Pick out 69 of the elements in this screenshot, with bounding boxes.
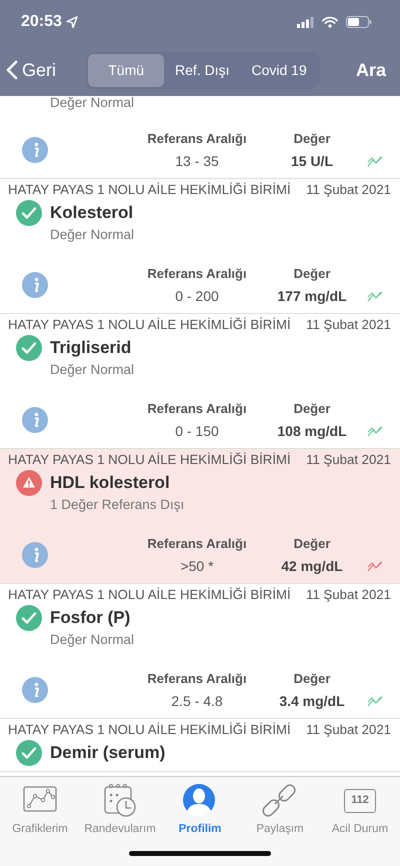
column-label: Değer <box>292 535 332 554</box>
filter-tab[interactable]: Covid 19 <box>240 54 318 86</box>
info-icon[interactable] <box>22 677 48 703</box>
result-date: 11 Şubat 2021 <box>306 451 391 470</box>
profile-icon <box>182 783 218 819</box>
status-text: Değer Normal <box>49 631 136 649</box>
facility-name: HATAY PAYAS 1 NOLU AİLE HEKİMLİĞİ BİRİMİ <box>8 181 291 200</box>
result-date: 11 Şubat 2021 <box>306 181 391 200</box>
test-name[interactable]: Demir (serum) <box>50 740 166 766</box>
info-icon[interactable] <box>22 272 48 298</box>
test-name[interactable]: HDL kolesterol <box>50 470 170 496</box>
facility-name: HATAY PAYAS 1 NOLU AİLE HEKİMLİĞİ BİRİMİ <box>8 586 291 604</box>
wifi-icon <box>322 16 338 28</box>
test-name[interactable]: Kolesterol <box>50 200 134 226</box>
result-date: 11 Şubat 2021 <box>306 586 391 604</box>
trend-icon[interactable] <box>367 155 385 167</box>
reference-range: 0 - 150 <box>174 422 220 440</box>
status-text: Değer Normal <box>49 226 136 244</box>
battery-icon <box>346 16 372 28</box>
result-date: 11 Şubat 2021 <box>306 721 391 740</box>
reference-range: 13 - 35 <box>174 152 220 170</box>
tab-bar-item[interactable]: Randevularım <box>80 777 160 866</box>
tab-bar-item[interactable]: Grafiklerim <box>0 777 80 866</box>
search-button[interactable]: Ara <box>350 56 392 84</box>
trend-icon[interactable] <box>367 290 385 302</box>
info-icon[interactable] <box>22 137 48 163</box>
emergency-number-icon: 112 <box>344 789 376 813</box>
result-value: 177 mg/dL <box>276 286 348 306</box>
facility-name: HATAY PAYAS 1 NOLU AİLE HEKİMLİĞİ BİRİMİ <box>8 451 291 470</box>
trend-icon[interactable] <box>367 425 385 437</box>
column-label: Değer <box>292 130 332 148</box>
reference-range: 0 - 200 <box>174 286 220 306</box>
column-label: Referans Aralığı <box>146 265 248 284</box>
filter-tab[interactable]: Ref. Dışı <box>164 54 240 86</box>
location-icon <box>66 16 78 28</box>
trend-icon[interactable] <box>367 560 385 572</box>
status-text: 1 Değer Referans Dışı <box>49 496 186 514</box>
signal-icon <box>297 16 314 28</box>
status-text: Değer Normal <box>49 361 136 379</box>
test-name[interactable]: Trigliserid <box>50 335 132 361</box>
trend-icon[interactable] <box>367 695 385 707</box>
facility-name: HATAY PAYAS 1 NOLU AİLE HEKİMLİĞİ BİRİMİ <box>8 721 291 740</box>
result-value: 108 mg/dL <box>276 422 348 441</box>
result-value: 15 U/L <box>290 152 334 170</box>
info-icon[interactable] <box>22 542 48 568</box>
test-name[interactable]: Fosfor (P) <box>50 605 130 631</box>
column-label: Referans Aralığı <box>146 130 248 148</box>
result-date: 11 Şubat 2021 <box>306 316 391 334</box>
tab-bar-item[interactable]: 112 Acil Durum <box>320 777 400 866</box>
filter-tab[interactable]: Tümü <box>88 54 164 86</box>
chevron-left-icon <box>6 60 18 80</box>
reference-range: >50 * <box>179 556 215 576</box>
column-label: Referans Aralığı <box>146 670 248 688</box>
status-text: Değer Normal <box>49 96 136 110</box>
info-icon[interactable] <box>22 407 48 433</box>
link-icon <box>262 783 298 819</box>
column-label: Değer <box>292 400 332 418</box>
back-button[interactable]: Geri <box>6 56 56 84</box>
tab-bar-item[interactable]: Paylaşım <box>240 777 320 866</box>
calendar-clock-icon <box>102 783 138 819</box>
reference-range: 2.5 - 4.8 <box>170 692 224 710</box>
column-label: Referans Aralığı <box>146 400 248 418</box>
clock-time: 20:53 <box>21 12 62 32</box>
result-value: 42 mg/dL <box>280 556 344 576</box>
column-label: Değer <box>292 670 332 688</box>
result-value: 3.4 mg/dL <box>278 692 346 711</box>
column-label: Referans Aralığı <box>146 535 248 554</box>
facility-name: HATAY PAYAS 1 NOLU AİLE HEKİMLİĞİ BİRİMİ <box>8 316 291 334</box>
column-label: Değer <box>292 265 332 284</box>
